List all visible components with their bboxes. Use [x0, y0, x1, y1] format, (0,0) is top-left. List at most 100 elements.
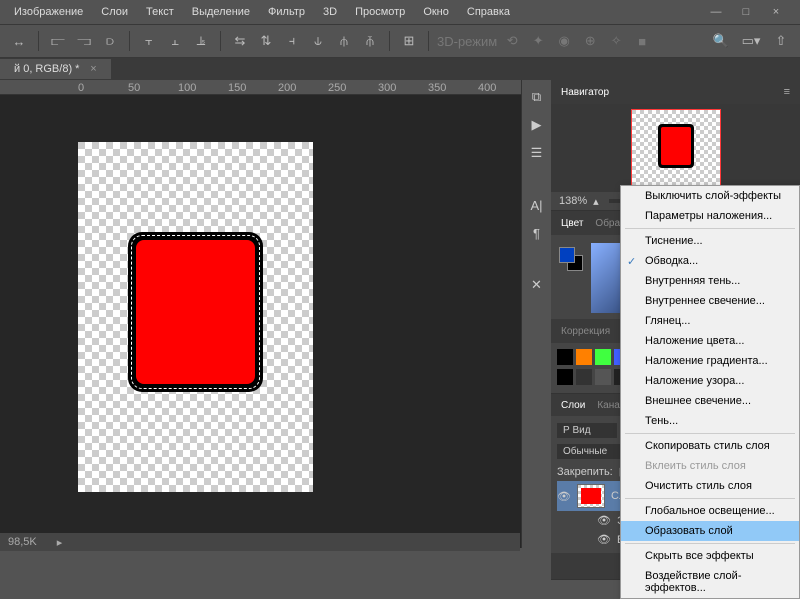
navigator-shape: [658, 124, 694, 168]
context-menu-item[interactable]: Наложение цвета...: [621, 331, 799, 351]
fg-bg-colors[interactable]: [559, 247, 583, 271]
mode-3d-label: 3D-режим: [437, 30, 497, 52]
3d-icon[interactable]: ◉: [553, 30, 575, 52]
menu-filter[interactable]: Фильтр: [260, 2, 313, 22]
history-icon[interactable]: ⧉: [528, 88, 546, 106]
menu-item-label: Глянец...: [645, 315, 690, 327]
context-menu-item[interactable]: Параметры наложения...: [621, 206, 799, 226]
filter-kind[interactable]: Р Вид: [557, 423, 617, 438]
context-menu-item[interactable]: ✓Обводка...: [621, 251, 799, 271]
ruler-mark: 250: [328, 82, 346, 94]
3d-icon[interactable]: ⊕: [579, 30, 601, 52]
distribute-icon[interactable]: ⫞: [281, 30, 303, 52]
panel-menu-icon[interactable]: ≡: [784, 86, 790, 98]
context-menu-item[interactable]: Глянец...: [621, 311, 799, 331]
context-menu-item[interactable]: Очистить стиль слоя: [621, 476, 799, 496]
distribute-icon[interactable]: ⫚: [359, 30, 381, 52]
swatch[interactable]: [557, 349, 573, 365]
tab-close-icon[interactable]: ×: [90, 63, 96, 75]
menu-text[interactable]: Текст: [138, 2, 182, 22]
document-tab[interactable]: й 0, RGB/8) * ×: [0, 59, 111, 79]
status-arrow[interactable]: ▸: [57, 536, 63, 549]
align-top-icon[interactable]: ⫟: [138, 30, 160, 52]
fg-color[interactable]: [559, 247, 575, 263]
layer-thumbnail[interactable]: [577, 484, 605, 508]
context-menu-item[interactable]: Образовать слой: [621, 521, 799, 541]
swatch[interactable]: [576, 369, 592, 385]
menu-help[interactable]: Справка: [459, 2, 518, 22]
menu-window[interactable]: Окно: [415, 2, 457, 22]
tab-layers[interactable]: Слои: [561, 395, 585, 416]
navigator-thumbnail[interactable]: [631, 109, 721, 187]
search-icon[interactable]: 🔍: [710, 30, 732, 52]
navigator-tab[interactable]: Навигатор: [561, 82, 609, 103]
context-menu-item[interactable]: Наложение градиента...: [621, 351, 799, 371]
visibility-icon[interactable]: 👁: [597, 514, 611, 527]
visibility-icon[interactable]: 👁: [597, 533, 611, 546]
maximize-button[interactable]: □: [736, 6, 756, 18]
align-left-icon[interactable]: ⫍: [47, 30, 69, 52]
menu-layers[interactable]: Слои: [93, 2, 136, 22]
tools-icon[interactable]: ✕: [528, 276, 546, 294]
window-controls: — □ ×: [706, 6, 794, 18]
paragraph-icon[interactable]: ¶: [528, 224, 546, 242]
align-bottom-icon[interactable]: ⫡: [190, 30, 212, 52]
menu-3d[interactable]: 3D: [315, 2, 345, 22]
character-icon[interactable]: A|: [528, 196, 546, 214]
distribute-h-icon[interactable]: ⇆: [229, 30, 251, 52]
align-center-v-icon[interactable]: ⫠: [164, 30, 186, 52]
properties-icon[interactable]: ☰: [528, 144, 546, 162]
rounded-rect-shape[interactable]: [128, 232, 263, 392]
tab-color[interactable]: Цвет: [561, 213, 583, 234]
document-tabs: й 0, RGB/8) * ×: [0, 58, 800, 80]
menu-image[interactable]: Изображение: [6, 2, 91, 22]
context-menu-item[interactable]: Наложение узора...: [621, 371, 799, 391]
context-menu-item[interactable]: Скопировать стиль слоя: [621, 436, 799, 456]
context-menu-item[interactable]: Внешнее свечение...: [621, 391, 799, 411]
context-menu-item[interactable]: Тень...: [621, 411, 799, 431]
menu-item-label: Скрыть все эффекты: [645, 550, 754, 562]
menu-separator: [625, 498, 795, 499]
menu-item-label: Внешнее свечение...: [645, 395, 751, 407]
context-menu-item[interactable]: Внутренняя тень...: [621, 271, 799, 291]
context-menu-item[interactable]: Тиснение...: [621, 231, 799, 251]
context-menu-item[interactable]: Выключить слой-эффекты: [621, 186, 799, 206]
minimize-button[interactable]: —: [706, 6, 726, 18]
close-button[interactable]: ×: [766, 6, 786, 18]
menu-item-label: Наложение цвета...: [645, 335, 744, 347]
workspace-icon[interactable]: ▭▾: [740, 30, 762, 52]
zoom-out-icon[interactable]: ▴: [593, 195, 599, 208]
distribute-v-icon[interactable]: ⇅: [255, 30, 277, 52]
transform-icon[interactable]: ↔: [8, 30, 30, 52]
align-center-h-icon[interactable]: ⫎: [73, 30, 95, 52]
artboard[interactable]: [78, 142, 313, 492]
distribute-icon[interactable]: ⫛: [333, 30, 355, 52]
share-icon[interactable]: ⇧: [770, 30, 792, 52]
3d-icon[interactable]: ⟲: [501, 30, 523, 52]
menu-view[interactable]: Просмотр: [347, 2, 413, 22]
context-menu-item[interactable]: Скрыть все эффекты: [621, 546, 799, 566]
3d-icon[interactable]: ✦: [527, 30, 549, 52]
visibility-icon[interactable]: 👁: [557, 490, 571, 503]
separator: [129, 31, 130, 51]
swatch[interactable]: [595, 369, 611, 385]
swatch[interactable]: [595, 349, 611, 365]
canvas-area[interactable]: 0 50 100 150 200 250 300 350 400: [0, 80, 521, 548]
distribute-icon[interactable]: ⫝: [307, 30, 329, 52]
3d-icon[interactable]: ■: [631, 30, 653, 52]
tab-corrections[interactable]: Коррекция: [561, 321, 610, 342]
menu-item-label: Параметры наложения...: [645, 210, 772, 222]
navigator-body[interactable]: [551, 104, 800, 192]
context-menu-item[interactable]: Глобальное освещение...: [621, 501, 799, 521]
3d-icon[interactable]: ✧: [605, 30, 627, 52]
menu-select[interactable]: Выделение: [184, 2, 258, 22]
play-icon[interactable]: ▶: [528, 116, 546, 134]
swatch[interactable]: [557, 369, 573, 385]
menu-item-label: Обводка...: [645, 255, 698, 267]
context-menu-item[interactable]: Внутреннее свечение...: [621, 291, 799, 311]
auto-align-icon[interactable]: ⊞: [398, 30, 420, 52]
context-menu-item[interactable]: Воздействие слой-эффектов...: [621, 566, 799, 598]
align-right-icon[interactable]: ⫐: [99, 30, 121, 52]
menu-item-label: Скопировать стиль слоя: [645, 440, 770, 452]
swatch[interactable]: [576, 349, 592, 365]
